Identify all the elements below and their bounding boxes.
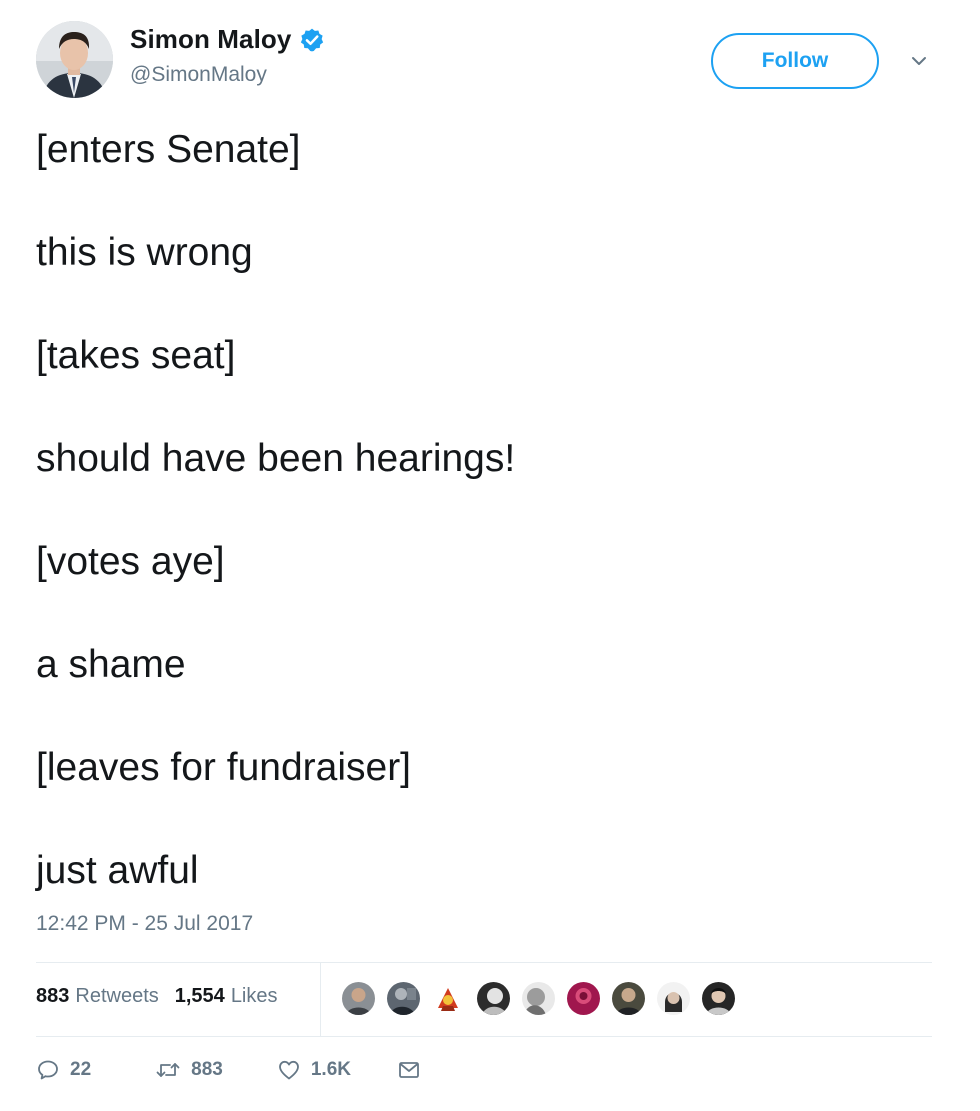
follow-button[interactable]: Follow [711,33,879,89]
liker-avatars [340,980,737,1017]
tweet-line: just awful [36,849,199,892]
tweet-timestamp[interactable]: 12:42 PM - 25 Jul 2017 [36,912,253,936]
liker-avatar[interactable] [385,980,422,1017]
reply-button[interactable]: 22 [36,1058,91,1082]
direct-message-button[interactable] [397,1058,421,1082]
tweet-line: a shame [36,643,186,686]
liker-avatar[interactable] [520,980,557,1017]
divider [36,1036,932,1037]
liker-avatar[interactable] [340,980,377,1017]
tweet-actions: 22 883 1.6K [36,1058,421,1082]
verified-badge-icon [299,27,325,53]
tweet-line: this is wrong [36,231,253,274]
likes-stat[interactable]: 1,554 Likes [175,985,278,1008]
reply-count: 22 [70,1059,92,1080]
tweet-line: [leaves for fundraiser] [36,746,412,789]
like-count: 1.6K [310,1059,351,1080]
tweet-stats: 883 Retweets 1,554 Likes [36,985,294,1008]
divider [320,963,321,1036]
liker-avatar[interactable] [700,980,737,1017]
author-name-row: Simon Maloy [130,24,325,55]
retweet-count: 883 [191,1059,223,1080]
retweet-button[interactable]: 883 [155,1058,223,1082]
like-button[interactable]: 1.6K [277,1058,351,1082]
author-display-name[interactable]: Simon Maloy [130,24,291,55]
chevron-down-icon[interactable] [906,50,932,72]
tweet-line: [takes seat] [36,334,236,377]
heart-icon [277,1058,301,1082]
retweets-count: 883 [36,985,70,1007]
tweet-text: [enters Senate] this is wrong [takes sea… [36,124,936,948]
tweet-line: should have been hearings! [36,437,516,480]
author-handle[interactable]: @SimonMaloy [130,63,267,87]
retweets-label: Retweets [75,985,159,1007]
tweet-card: Simon Maloy @SimonMaloy Follow [enters S… [0,0,980,1111]
liker-avatar[interactable] [475,980,512,1017]
likes-count: 1,554 [174,985,225,1007]
envelope-icon [397,1058,421,1082]
tweet-line: [enters Senate] [36,128,301,171]
liker-avatar[interactable] [610,980,647,1017]
liker-avatar[interactable] [430,980,467,1017]
liker-avatar[interactable] [655,980,692,1017]
author-avatar-image [36,21,113,98]
author-avatar[interactable] [36,21,113,98]
reply-icon [36,1058,60,1082]
retweets-stat[interactable]: 883 Retweets [36,985,159,1008]
retweet-icon [155,1058,181,1082]
tweet-line: [votes aye] [36,540,225,583]
likes-label: Likes [230,985,278,1007]
divider [36,962,932,963]
liker-avatar[interactable] [565,980,602,1017]
